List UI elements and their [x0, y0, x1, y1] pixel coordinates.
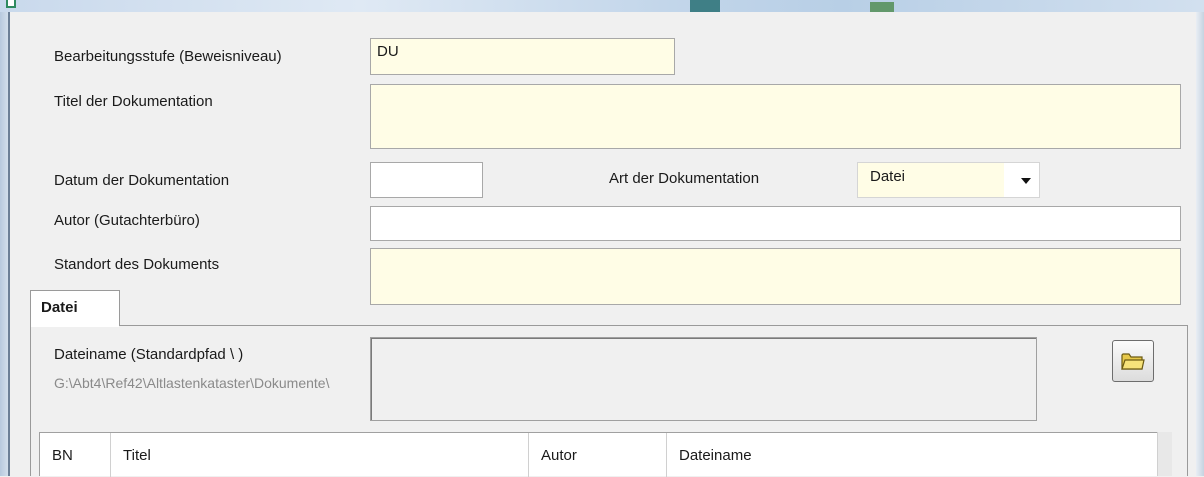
grid-header-autor[interactable]: Autor: [529, 433, 667, 477]
background-window-fragment: [690, 0, 720, 12]
datum-field[interactable]: [370, 162, 483, 198]
autor-label: Autor (Gutachterbüro): [54, 212, 200, 229]
bearbeitungsstufe-field[interactable]: DU: [370, 38, 675, 75]
documents-grid[interactable]: BN Titel Autor Dateiname: [39, 432, 1172, 477]
browse-folder-button[interactable]: [1112, 340, 1154, 382]
tab-datei[interactable]: Datei: [30, 290, 120, 326]
bearbeitungsstufe-label: Bearbeitungsstufe (Beweisniveau): [54, 48, 282, 65]
standort-field[interactable]: [370, 248, 1181, 305]
titel-label: Titel der Dokumentation: [54, 93, 213, 110]
art-dropdown[interactable]: Datei: [857, 162, 1040, 198]
art-label: Art der Dokumentation: [609, 170, 760, 187]
folder-icon: [1121, 353, 1145, 370]
grid-header-dateiname[interactable]: Dateiname: [667, 433, 1157, 477]
datum-label: Datum der Dokumentation: [54, 172, 230, 189]
grid-header-bn[interactable]: BN: [40, 433, 111, 477]
grid-scrollbar[interactable]: [1157, 432, 1172, 476]
autor-field[interactable]: [370, 206, 1181, 241]
dateiname-label: Dateiname (Standardpfad \ ): [54, 346, 244, 363]
window-title-bar: [0, 0, 1204, 12]
standort-label: Standort des Dokuments: [54, 256, 220, 273]
grid-header-titel[interactable]: Titel: [111, 433, 529, 477]
art-dropdown-value: Datei: [858, 163, 1004, 197]
titel-field[interactable]: [370, 84, 1181, 149]
background-window-fragment: [870, 2, 894, 12]
standardpfad-text: G:\Abt4\Ref42\Altlastenkataster\Dokument…: [54, 375, 330, 391]
window-left-border: [0, 12, 10, 476]
dropdown-arrow-icon[interactable]: [1021, 178, 1031, 184]
dateiname-field[interactable]: [370, 337, 1037, 421]
window-right-border: [1196, 12, 1204, 476]
app-icon: [6, 0, 16, 8]
